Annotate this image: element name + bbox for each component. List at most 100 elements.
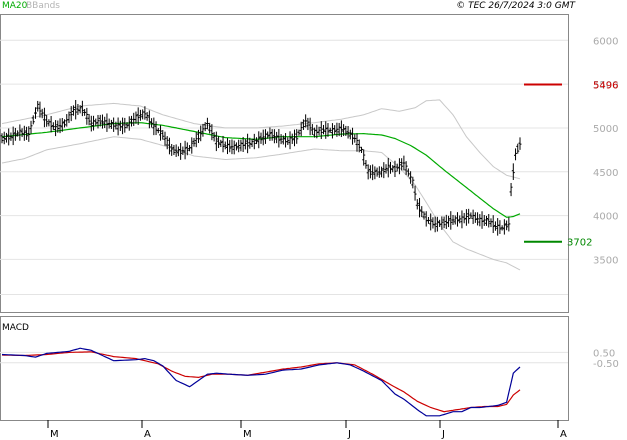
price-bar xyxy=(201,123,205,137)
price-bar xyxy=(49,116,53,133)
ma20-legend: MA20 xyxy=(2,1,28,11)
price-bar xyxy=(96,114,100,129)
price-bar xyxy=(386,157,390,178)
macd-gridlines xyxy=(0,351,568,364)
price-bar xyxy=(516,143,520,154)
price-bar xyxy=(29,120,33,134)
macd-lines xyxy=(1,347,521,417)
price-bar xyxy=(42,107,46,128)
price-bar xyxy=(447,215,451,228)
price-bar xyxy=(509,182,513,197)
price-bar xyxy=(371,164,375,181)
price-bar xyxy=(279,134,283,145)
x-tick-label: J xyxy=(347,429,351,440)
price-bar xyxy=(145,112,149,121)
price-bar xyxy=(232,140,236,155)
price-bar xyxy=(402,155,406,171)
price-bar xyxy=(476,212,480,226)
price-bar xyxy=(237,139,241,153)
price-y-axis: 600055005000450040003500 xyxy=(593,36,618,266)
price-bar xyxy=(107,118,111,129)
price-tick-label: 5000 xyxy=(593,124,618,135)
price-bar xyxy=(9,132,13,141)
price-bar xyxy=(116,117,120,136)
price-bar xyxy=(377,166,381,178)
x-axis: MAMJJA xyxy=(47,420,567,440)
price-bar xyxy=(485,215,489,226)
macd-line xyxy=(1,347,521,417)
price-bar xyxy=(482,214,486,226)
x-tick-label: J xyxy=(441,429,445,440)
price-bar xyxy=(228,140,232,153)
price-bar xyxy=(174,144,178,157)
price-bar xyxy=(20,128,24,138)
price-bar xyxy=(493,221,497,231)
price-bar xyxy=(489,218,493,228)
price-bar xyxy=(31,115,35,125)
price-bar xyxy=(471,209,475,225)
x-tick-label: A xyxy=(560,429,567,440)
support-label: 3702 xyxy=(567,238,592,249)
price-bar xyxy=(100,114,104,129)
price-bar xyxy=(192,137,196,147)
price-bar xyxy=(426,216,430,224)
price-bar xyxy=(270,129,274,141)
bbands-legend: BBands xyxy=(26,1,60,11)
price-bar xyxy=(67,111,71,124)
price-bar xyxy=(4,132,8,143)
price-bar xyxy=(286,137,290,146)
price-tick-label: 3500 xyxy=(593,255,618,266)
price-bar xyxy=(76,104,80,115)
macd-y-axis: 0.50-0.50 xyxy=(593,348,619,369)
price-bar xyxy=(217,136,221,149)
price-panel-frame xyxy=(0,14,569,313)
price-bar xyxy=(89,115,93,132)
price-bar xyxy=(80,100,84,117)
macd-tick-label: -0.50 xyxy=(593,359,619,370)
price-bar xyxy=(183,140,187,160)
support-resistance: 5496 3702 xyxy=(524,80,618,249)
price-bar xyxy=(500,225,504,231)
price-bar xyxy=(40,108,44,119)
price-bar xyxy=(150,118,154,128)
price-bar xyxy=(431,217,435,229)
price-bar xyxy=(310,124,314,135)
price-bar xyxy=(163,131,167,146)
timestamp: © TEC 26/7/2024 3:0 GMT xyxy=(456,1,576,11)
price-bar xyxy=(514,148,518,161)
resistance-label: 5496 xyxy=(593,80,618,91)
price-bar xyxy=(138,109,142,121)
price-bar xyxy=(424,211,428,227)
price-bar xyxy=(444,214,448,229)
chart-canvas: MA20 BBands © TEC 26/7/2024 3:0 GMT 6000… xyxy=(0,1,619,440)
price-bar xyxy=(45,114,49,127)
price-bar xyxy=(498,220,502,234)
price-bar xyxy=(134,111,138,124)
price-bar xyxy=(406,168,410,177)
price-bar xyxy=(2,131,6,145)
price-bar xyxy=(47,119,51,127)
price-bar xyxy=(308,117,312,136)
price-bar xyxy=(36,100,40,112)
price-bar xyxy=(284,133,288,148)
macd-tick-label: 0.50 xyxy=(593,348,615,359)
price-bar xyxy=(351,127,355,145)
x-tick-label: M xyxy=(243,429,252,440)
price-bar xyxy=(469,212,473,219)
price-bar xyxy=(223,141,227,150)
price-gridlines xyxy=(0,39,568,295)
price-bar xyxy=(156,127,160,134)
price-bar xyxy=(118,120,122,132)
price-bar xyxy=(502,219,506,235)
price-bar xyxy=(85,107,89,125)
price-bar xyxy=(170,144,174,156)
price-bar xyxy=(409,171,413,184)
bollinger-bands xyxy=(1,99,521,271)
price-bar xyxy=(451,214,455,225)
price-bar xyxy=(230,139,234,155)
price-bar xyxy=(190,137,194,154)
price-bar xyxy=(491,215,495,234)
price-bar xyxy=(364,159,368,169)
price-bar xyxy=(415,199,419,210)
price-bar xyxy=(105,113,109,132)
